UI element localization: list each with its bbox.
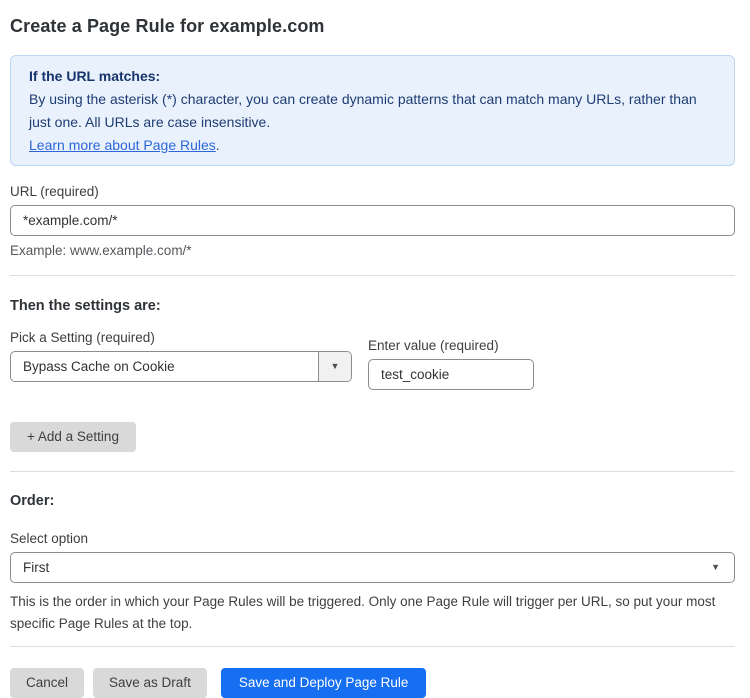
save-and-deploy-button[interactable]: Save and Deploy Page Rule [221,668,427,698]
enter-value-column: Enter value (required) [368,329,534,390]
url-input[interactable] [10,205,735,236]
footer-button-row: Cancel Save as Draft Save and Deploy Pag… [10,668,735,698]
enter-value-label: Enter value (required) [368,337,534,354]
link-suffix: . [216,137,220,153]
url-field-label: URL (required) [10,183,735,200]
learn-more-link[interactable]: Learn more about Page Rules [29,137,216,153]
add-setting-button[interactable]: + Add a Setting [10,422,136,452]
order-select-label: Select option [10,530,735,547]
divider [10,646,735,647]
cancel-button[interactable]: Cancel [10,668,84,698]
order-section-heading: Order: [10,492,735,510]
settings-section-heading: Then the settings are: [10,297,735,315]
order-help-text: This is the order in which your Page Rul… [10,591,730,635]
info-box-body: By using the asterisk (*) character, you… [29,88,716,134]
create-page-rule-form: Create a Page Rule for example.com If th… [0,0,750,698]
page-title: Create a Page Rule for example.com [10,14,735,38]
settings-row: Pick a Setting (required) Bypass Cache o… [10,329,735,390]
divider [10,275,735,276]
info-box-link-line: Learn more about Page Rules. [29,134,716,157]
order-select[interactable]: First ▼ [10,552,735,583]
order-selected-value: First [11,553,711,582]
pick-setting-arrow-segment[interactable]: ▼ [318,352,351,381]
info-box-heading: If the URL matches: [29,65,716,88]
chevron-down-icon: ▼ [331,362,340,371]
pick-setting-select[interactable]: Bypass Cache on Cookie ▼ [10,351,352,382]
chevron-down-icon: ▼ [711,563,720,572]
pick-setting-column: Pick a Setting (required) Bypass Cache o… [10,329,352,382]
url-example-hint: Example: www.example.com/* [10,242,735,259]
divider [10,471,735,472]
url-matches-info-box: If the URL matches: By using the asteris… [10,55,735,166]
pick-setting-label: Pick a Setting (required) [10,329,352,346]
pick-setting-selected-value: Bypass Cache on Cookie [11,352,318,381]
setting-value-input[interactable] [368,359,534,390]
order-select-arrow: ▼ [711,553,734,582]
save-as-draft-button[interactable]: Save as Draft [93,668,207,698]
